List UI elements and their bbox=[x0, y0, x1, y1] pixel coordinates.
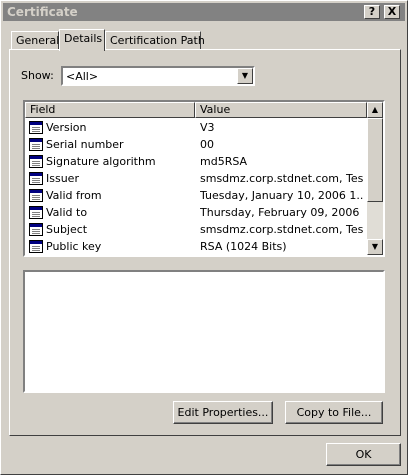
ok-button[interactable]: OK bbox=[326, 443, 401, 466]
help-button[interactable]: ? bbox=[364, 5, 380, 19]
field-name: Signature algorithm bbox=[46, 155, 156, 168]
tab-certification-path[interactable]: Certification Path bbox=[105, 31, 205, 51]
field-value: Thursday, February 09, 2006 ... bbox=[200, 206, 364, 219]
scroll-up-icon[interactable]: ▲ bbox=[367, 102, 383, 118]
certificate-field-icon bbox=[29, 223, 43, 236]
field-name: Issuer bbox=[46, 172, 79, 185]
column-header-value[interactable]: Value bbox=[195, 102, 367, 118]
certificate-field-icon bbox=[29, 138, 43, 151]
certificate-field-icon bbox=[29, 206, 43, 219]
certificate-field-icon bbox=[29, 121, 43, 134]
edit-properties-button[interactable]: Edit Properties... bbox=[173, 401, 273, 424]
field-name: Valid from bbox=[46, 189, 102, 202]
list-item[interactable]: Signature algorithm md5RSA bbox=[25, 153, 367, 170]
show-label: Show: bbox=[21, 69, 54, 82]
scroll-down-icon[interactable]: ▼ bbox=[367, 239, 383, 255]
titlebar: Certificate ? X bbox=[3, 3, 405, 21]
certificate-field-icon bbox=[29, 172, 43, 185]
field-name: Valid to bbox=[46, 206, 88, 219]
show-dropdown[interactable]: <All> ▼ bbox=[61, 66, 255, 86]
list-item[interactable]: Subject smsdmz.corp.stdnet.com, Tes... bbox=[25, 221, 367, 238]
copy-to-file-button[interactable]: Copy to File... bbox=[285, 401, 383, 424]
close-button[interactable]: X bbox=[384, 5, 400, 19]
field-value: smsdmz.corp.stdnet.com, Tes... bbox=[200, 172, 364, 185]
certificate-dialog: Certificate ? X General Details Certific… bbox=[0, 0, 408, 475]
field-value: RSA (1024 Bits) bbox=[200, 240, 287, 253]
chevron-down-icon[interactable]: ▼ bbox=[237, 68, 253, 84]
list-item[interactable]: Public key RSA (1024 Bits) bbox=[25, 238, 367, 255]
field-name: Serial number bbox=[46, 138, 124, 151]
window-title: Certificate bbox=[7, 5, 78, 19]
column-header-field[interactable]: Field bbox=[25, 102, 195, 118]
field-list[interactable]: Field Value Version V3 Serial number 00 … bbox=[23, 100, 385, 257]
field-detail-box[interactable] bbox=[23, 270, 385, 393]
field-name: Version bbox=[46, 121, 87, 134]
vertical-scrollbar[interactable]: ▲ ▼ bbox=[367, 102, 383, 255]
field-name: Subject bbox=[46, 223, 88, 236]
list-item[interactable]: Valid from Tuesday, January 10, 2006 1..… bbox=[25, 187, 367, 204]
certificate-field-icon bbox=[29, 155, 43, 168]
list-item[interactable]: Version V3 bbox=[25, 119, 367, 136]
list-item[interactable]: Valid to Thursday, February 09, 2006 ... bbox=[25, 204, 367, 221]
list-item[interactable]: Serial number 00 bbox=[25, 136, 367, 153]
certificate-field-icon bbox=[29, 240, 43, 253]
field-value: md5RSA bbox=[200, 155, 248, 168]
field-value: smsdmz.corp.stdnet.com, Tes... bbox=[200, 223, 364, 236]
list-item[interactable]: Issuer smsdmz.corp.stdnet.com, Tes... bbox=[25, 170, 367, 187]
field-name: Public key bbox=[46, 240, 102, 253]
field-value: Tuesday, January 10, 2006 1... bbox=[200, 189, 364, 202]
field-value: V3 bbox=[200, 121, 215, 134]
field-value: 00 bbox=[200, 138, 214, 151]
show-dropdown-value: <All> bbox=[66, 70, 99, 83]
scroll-thumb[interactable] bbox=[367, 118, 383, 202]
tab-general[interactable]: General bbox=[11, 31, 59, 51]
certificate-field-icon bbox=[29, 189, 43, 202]
